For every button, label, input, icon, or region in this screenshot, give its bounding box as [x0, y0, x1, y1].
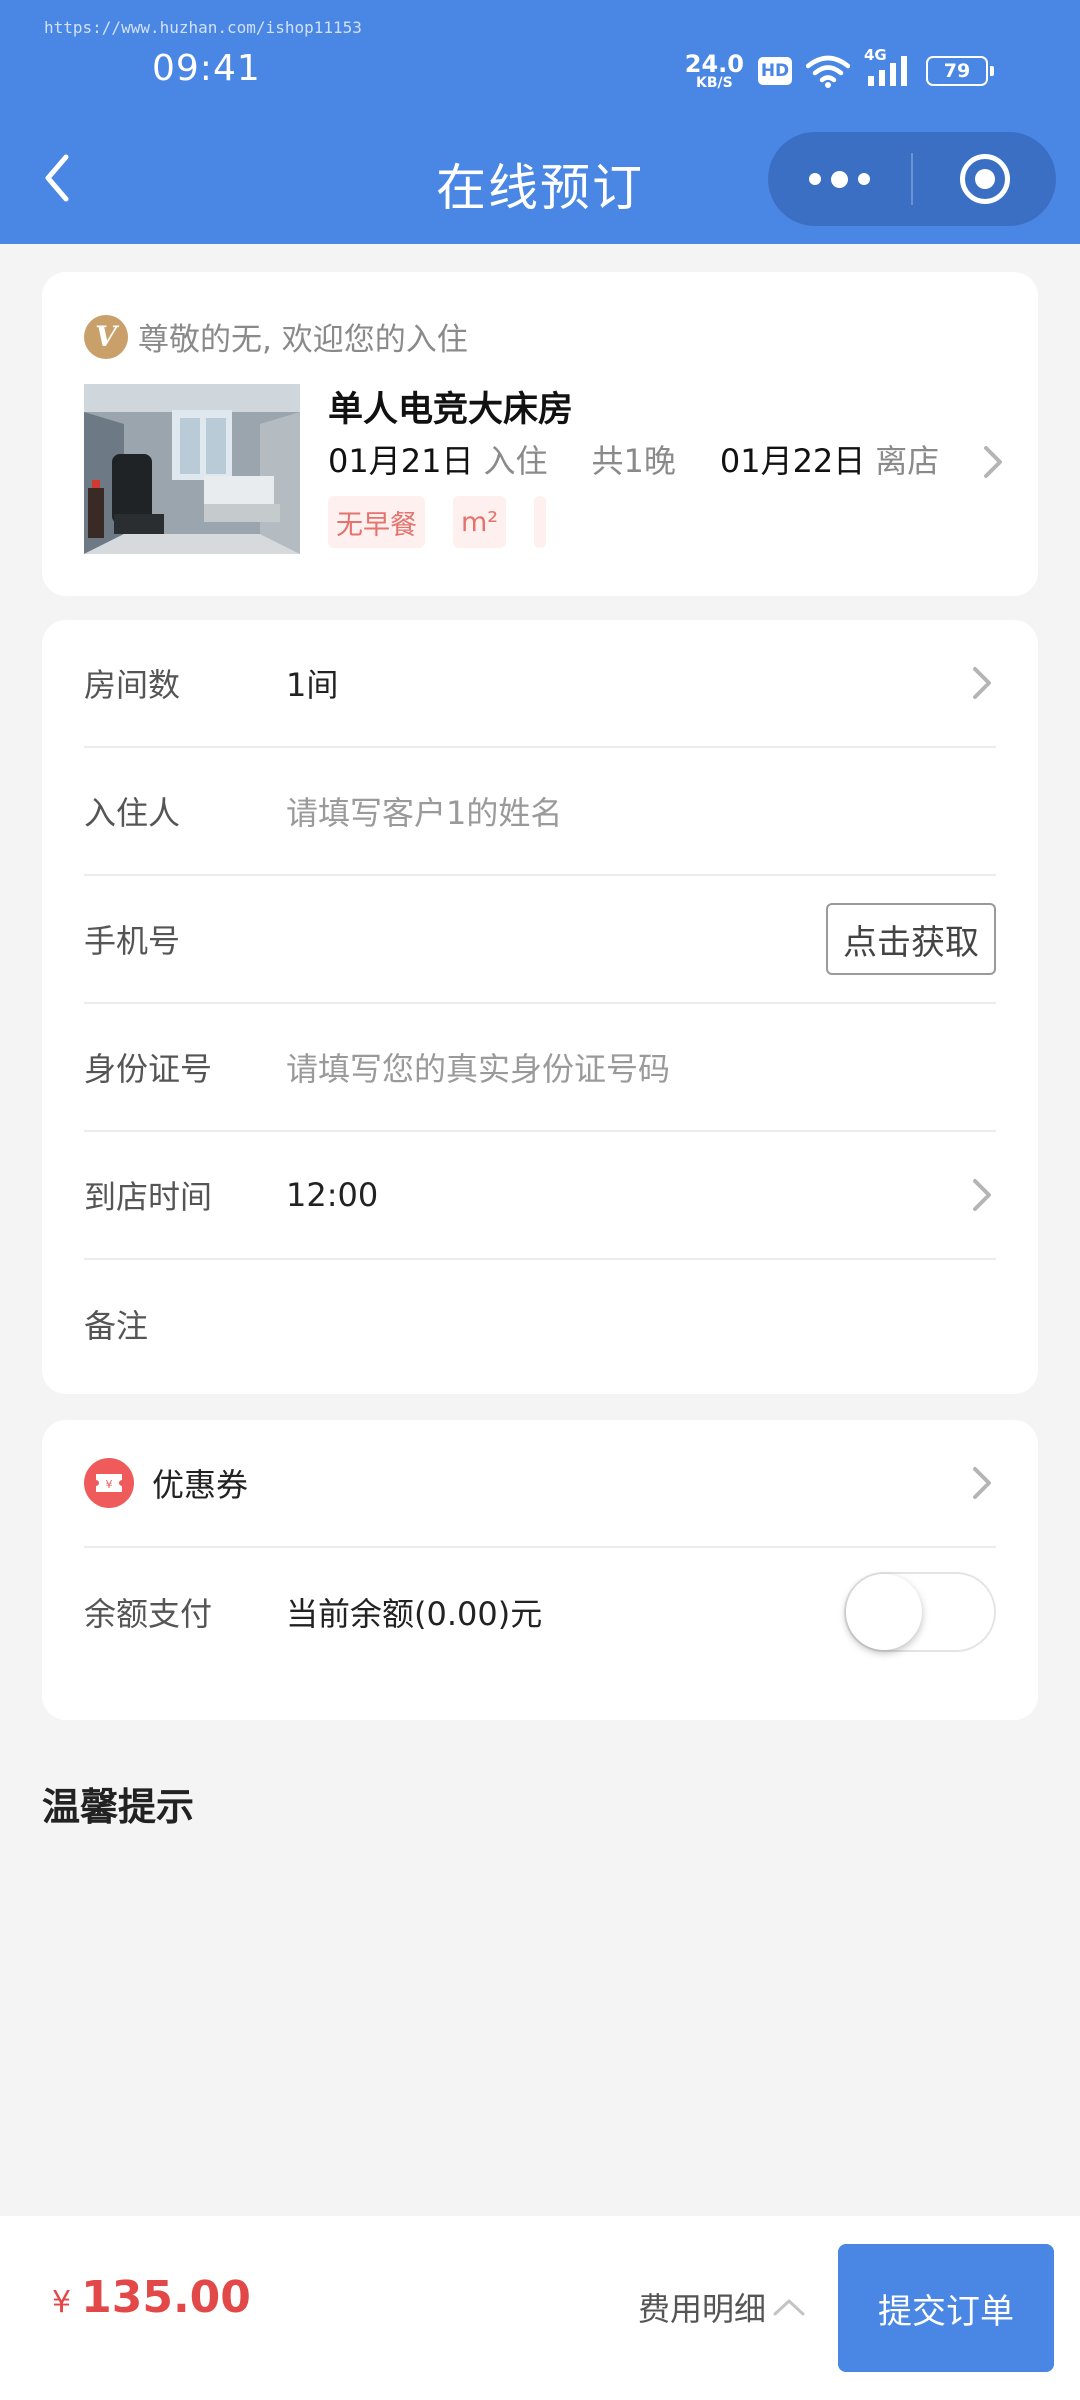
checkout-date: 01月22日 — [719, 442, 866, 480]
checkin-date: 01月21日 — [328, 442, 474, 480]
toggle-knob — [846, 1574, 922, 1650]
wifi-icon — [806, 55, 850, 88]
chevron-up-icon — [773, 2299, 805, 2316]
fee-detail-button[interactable]: 费用明细 — [638, 2284, 806, 2330]
balance-toggle[interactable] — [844, 1572, 996, 1652]
row-phone: 手机号 点击获取 — [84, 876, 996, 1004]
chevron-right-icon — [984, 446, 1002, 478]
id-card-label: 身份证号 — [84, 1050, 213, 1088]
tag-area: m² — [453, 496, 507, 548]
stay-dates: 01月21日 入住 共1晚 01月22日 离店 — [328, 436, 939, 486]
booking-form-card: 房间数 1间 入住人 请填写客户1的姓名 手机号 点击获取 身份证号 请填写您的… — [42, 620, 1038, 1394]
net-speed-unit: KB/S — [696, 75, 733, 91]
more-button[interactable] — [768, 132, 911, 226]
payment-card: ¥ 优惠券 余额支付 当前余额(0.00)元 — [42, 1420, 1038, 1720]
room-name: 单人电竞大床房 — [328, 390, 574, 430]
battery-icon: 79 — [926, 56, 994, 86]
more-dots-icon — [809, 170, 870, 188]
id-card-input[interactable]: 请填写您的真实身份证号码 — [286, 1044, 996, 1090]
welcome-text: 尊敬的无, 欢迎您的入住 — [138, 322, 468, 358]
currency-symbol: ¥ — [52, 2285, 72, 2320]
checkout-label: 离店 — [875, 442, 940, 480]
balance-value: 当前余额(0.00)元 — [286, 1595, 543, 1633]
room-tags: 无早餐 m² — [328, 496, 939, 548]
submit-order-button[interactable]: 提交订单 — [838, 2244, 1054, 2372]
vip-badge-icon: V — [84, 314, 128, 359]
row-remark: 备注 — [84, 1260, 996, 1388]
row-arrival-time[interactable]: 到店时间 12:00 — [84, 1132, 996, 1260]
rooms-label: 房间数 — [84, 666, 181, 704]
room-photo — [84, 384, 300, 554]
row-balance: 余额支付 当前余额(0.00)元 — [84, 1548, 996, 1676]
tag-empty — [534, 496, 547, 548]
app-header: https://www.huzhan.com/ishop11153 09:41 … — [0, 0, 1080, 244]
mini-program-capsule — [768, 132, 1056, 226]
phone-label: 手机号 — [84, 922, 181, 960]
close-mini-program-button[interactable] — [913, 132, 1056, 226]
net-speed: 24.0 KB/S — [685, 52, 744, 90]
rooms-value: 1间 — [286, 666, 339, 704]
guest-label: 入住人 — [84, 794, 181, 832]
chevron-right-icon — [973, 667, 991, 699]
row-coupon[interactable]: ¥ 优惠券 — [84, 1420, 996, 1548]
hd-icon: HD — [758, 57, 792, 85]
target-circle-icon — [959, 154, 1010, 204]
balance-label: 余额支付 — [84, 1595, 213, 1633]
coupon-icon: ¥ — [84, 1458, 134, 1508]
watermark-text: https://www.huzhan.com/ishop11153 — [44, 18, 362, 37]
guest-name-input[interactable]: 请填写客户1的姓名 — [286, 788, 996, 834]
nights-count: 共1晚 — [591, 442, 676, 480]
row-guest: 入住人 请填写客户1的姓名 — [84, 748, 996, 876]
price-amount: 135.00 — [81, 2272, 251, 2323]
room-info: 单人电竞大床房 01月21日 入住 共1晚 01月22日 离店 无早餐 m² — [328, 384, 939, 548]
tips-title: 温馨提示 — [42, 1785, 195, 1829]
tag-breakfast: 无早餐 — [328, 496, 425, 548]
chevron-right-icon — [973, 1179, 991, 1211]
status-time: 09:41 — [152, 48, 261, 89]
bottom-bar: ¥ 135.00 费用明细 提交订单 — [0, 2216, 1080, 2400]
fee-detail-label: 费用明细 — [638, 2290, 767, 2328]
total-price: ¥ 135.00 — [52, 2272, 251, 2323]
chevron-right-icon — [973, 1467, 991, 1499]
signal-icon: 4G — [864, 46, 912, 88]
get-phone-button[interactable]: 点击获取 — [826, 903, 996, 975]
coupon-label: 优惠券 — [152, 1466, 249, 1504]
net-speed-value: 24.0 — [684, 50, 744, 78]
room-summary-card[interactable]: V 尊敬的无, 欢迎您的入住 单人电竞大床房 01月21日 入住 共1晚 01月… — [42, 272, 1038, 596]
row-id-card: 身份证号 请填写您的真实身份证号码 — [84, 1004, 996, 1132]
status-icons: 24.0 KB/S HD 4G 79 — [685, 46, 994, 90]
checkin-label: 入住 — [483, 442, 548, 480]
svg-text:¥: ¥ — [106, 1478, 113, 1491]
remark-label: 备注 — [84, 1307, 149, 1345]
row-rooms[interactable]: 房间数 1间 — [84, 620, 996, 748]
welcome-line: V 尊敬的无, 欢迎您的入住 — [84, 314, 468, 359]
arrival-value: 12:00 — [286, 1176, 379, 1214]
arrival-label: 到店时间 — [84, 1178, 213, 1216]
